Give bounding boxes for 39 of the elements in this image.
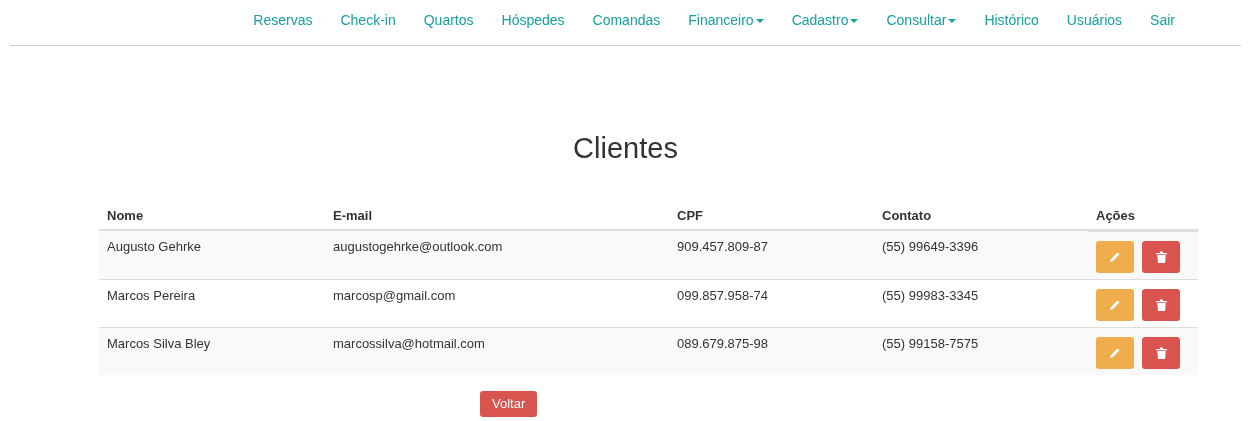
table-cell: 089.679.875-98 (677, 335, 769, 351)
table-cell: (55) 99649-3396 (882, 239, 979, 254)
nav-link[interactable]: Financeiro (674, 0, 778, 45)
column-header: Ações (1096, 207, 1136, 223)
column-header: Contato (882, 207, 932, 223)
table-cell: (55) 99983-3345 (882, 287, 979, 303)
table-cell: (55) 99158-7575 (882, 335, 979, 351)
column-header: E-mail (333, 207, 372, 223)
delete-button[interactable] (1142, 337, 1180, 369)
nav-link[interactable]: Cadastro (777, 0, 873, 45)
table-cell: Marcos Pereira (107, 287, 196, 303)
delete-button[interactable] (1142, 241, 1180, 273)
nav-link[interactable]: Reservas (239, 0, 327, 45)
nav-link[interactable]: Quartos (409, 0, 488, 45)
nav-link[interactable]: Usuários (1052, 0, 1137, 45)
column-header: CPF (677, 207, 703, 223)
table-cell: augustogehrke@outlook.com (333, 239, 503, 254)
table-cell: marcossilva@hotmail.com (333, 335, 485, 351)
nav-link[interactable]: Sair (1136, 0, 1189, 45)
table-cell: 909.457.809-87 (677, 239, 769, 254)
nav-link[interactable]: Hóspedes (487, 0, 579, 45)
table-cell: Augusto Gehrke (107, 239, 201, 254)
nav-link[interactable]: Comandas (578, 0, 675, 45)
page-title: Clientes (572, 132, 679, 164)
pencil-icon (1109, 299, 1121, 311)
trash-icon (1155, 347, 1167, 359)
nav-link[interactable]: Consultar (872, 0, 971, 45)
nav-link[interactable]: Check-in (326, 0, 410, 45)
table-cell: Marcos Silva Bley (107, 335, 211, 351)
trash-icon (1155, 251, 1167, 263)
pencil-icon (1109, 347, 1121, 359)
table-cell: 099.857.958-74 (677, 287, 769, 303)
table-cell: marcosp@gmail.com (333, 287, 456, 303)
column-header: Nome (107, 207, 144, 223)
delete-button[interactable] (1142, 289, 1180, 321)
pencil-icon (1109, 251, 1121, 263)
back-button[interactable]: Voltar (480, 391, 538, 417)
trash-icon (1155, 299, 1167, 311)
nav-link[interactable]: Histórico (970, 0, 1053, 45)
